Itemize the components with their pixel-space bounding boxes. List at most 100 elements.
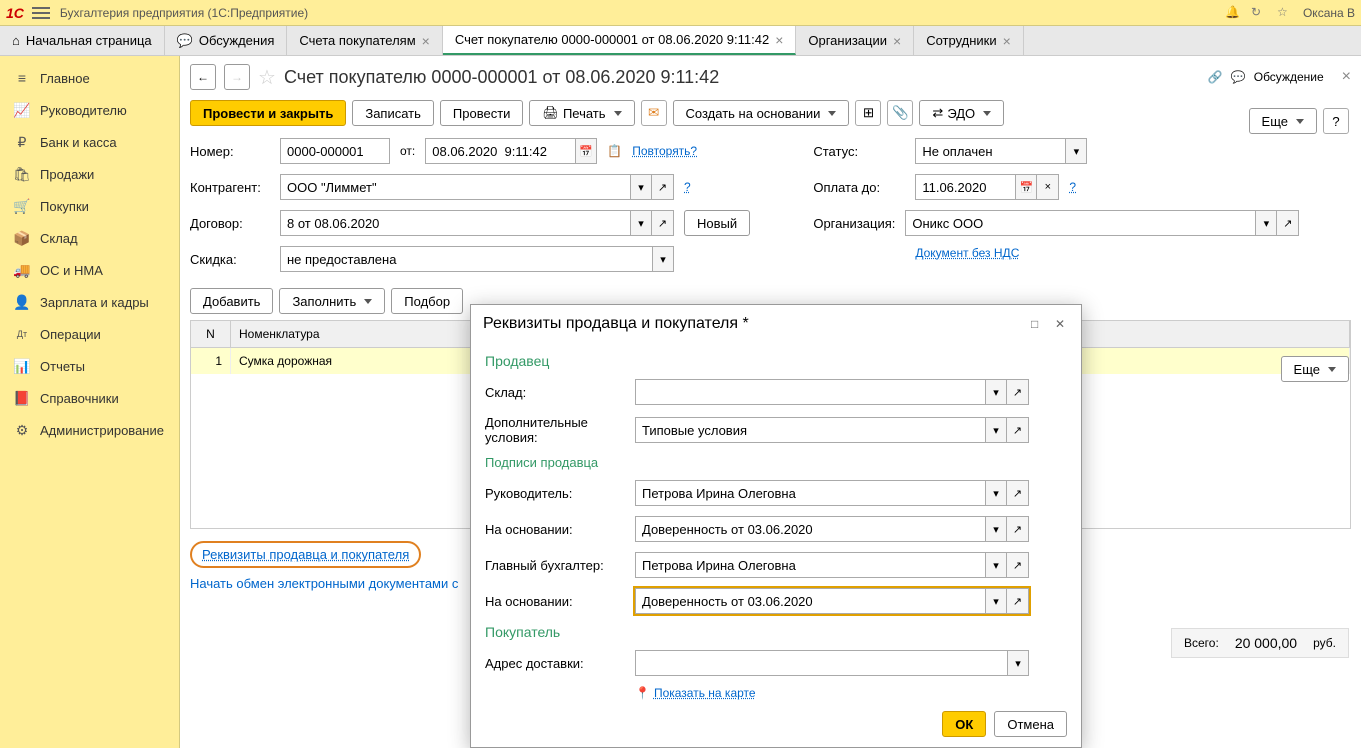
pay-until-input[interactable] bbox=[915, 174, 1015, 200]
calendar-icon[interactable]: 📅 bbox=[575, 138, 597, 164]
email-button[interactable]: ✉ bbox=[641, 100, 667, 126]
open-icon[interactable]: ↗ bbox=[1007, 516, 1029, 542]
dropdown-icon[interactable]: ▾ bbox=[985, 417, 1007, 443]
open-icon[interactable]: ↗ bbox=[1007, 588, 1029, 614]
history-icon[interactable]: ↻ bbox=[1251, 5, 1267, 21]
back-button[interactable]: ← bbox=[190, 64, 216, 90]
attach-button[interactable]: 📎 bbox=[887, 100, 913, 126]
open-icon[interactable]: ↗ bbox=[1007, 480, 1029, 506]
open-icon[interactable]: ↗ bbox=[1007, 417, 1029, 443]
tab-discussions[interactable]: 💬Обсуждения bbox=[165, 26, 288, 55]
sidebar-item-manager[interactable]: 📈Руководителю bbox=[0, 94, 179, 126]
basis1-input[interactable] bbox=[635, 516, 985, 542]
tab-employees[interactable]: Сотрудники× bbox=[914, 26, 1024, 55]
dropdown-icon[interactable]: ▾ bbox=[630, 174, 652, 200]
sidebar-item-main[interactable]: ≡Главное bbox=[0, 62, 179, 94]
open-icon[interactable]: ↗ bbox=[652, 210, 674, 236]
help-button[interactable]: ? bbox=[1323, 108, 1349, 134]
date-input[interactable] bbox=[425, 138, 575, 164]
repeat-link[interactable]: Повторять? bbox=[632, 144, 697, 158]
calendar-icon[interactable]: 📅 bbox=[1015, 174, 1037, 200]
sidebar-item-refs[interactable]: 📕Справочники bbox=[0, 382, 179, 414]
tab-orgs[interactable]: Организации× bbox=[796, 26, 914, 55]
close-icon[interactable]: ✕ bbox=[1055, 317, 1069, 331]
pick-button[interactable]: Подбор bbox=[391, 288, 463, 314]
dropdown-icon[interactable]: ▾ bbox=[1255, 210, 1277, 236]
dropdown-icon[interactable]: ▾ bbox=[985, 516, 1007, 542]
dropdown-icon[interactable]: ▾ bbox=[652, 246, 674, 272]
favorite-icon[interactable]: ☆ bbox=[258, 65, 276, 90]
open-icon[interactable]: ↗ bbox=[1277, 210, 1299, 236]
counterparty-input[interactable] bbox=[280, 174, 630, 200]
number-input[interactable] bbox=[280, 138, 390, 164]
basis2-input[interactable] bbox=[635, 588, 985, 614]
pay-help[interactable]: ? bbox=[1069, 180, 1076, 194]
main-menu-icon[interactable] bbox=[32, 7, 50, 19]
dropdown-icon[interactable]: ▾ bbox=[1065, 138, 1087, 164]
dropdown-icon[interactable]: ▾ bbox=[985, 588, 1007, 614]
sidebar-item-warehouse[interactable]: 📦Склад bbox=[0, 222, 179, 254]
save-button[interactable]: Записать bbox=[352, 100, 434, 126]
dropdown-icon[interactable]: ▾ bbox=[985, 552, 1007, 578]
discussion-label[interactable]: Обсуждение bbox=[1254, 70, 1324, 84]
extra-input[interactable] bbox=[635, 417, 985, 443]
print-button[interactable]: 🖨Печать bbox=[529, 100, 634, 126]
forward-button[interactable]: → bbox=[224, 64, 250, 90]
table-more-button[interactable]: Еще bbox=[1281, 356, 1349, 382]
fill-button[interactable]: Заполнить bbox=[279, 288, 385, 314]
accountant-input[interactable] bbox=[635, 552, 985, 578]
map-link[interactable]: Показать на карте bbox=[654, 686, 756, 700]
schedule-icon[interactable]: 📋 bbox=[607, 144, 622, 158]
add-button[interactable]: Добавить bbox=[190, 288, 273, 314]
no-vat-link[interactable]: Документ без НДС bbox=[915, 246, 1019, 260]
user-name[interactable]: Оксана В bbox=[1303, 6, 1355, 20]
warehouse-input[interactable] bbox=[635, 379, 985, 405]
star-icon[interactable]: ☆ bbox=[1277, 5, 1293, 21]
sidebar-item-reports[interactable]: 📊Отчеты bbox=[0, 350, 179, 382]
open-icon[interactable]: ↗ bbox=[1007, 379, 1029, 405]
close-icon[interactable]: × bbox=[1003, 34, 1011, 48]
dropdown-icon[interactable]: ▾ bbox=[985, 480, 1007, 506]
org-input[interactable] bbox=[905, 210, 1255, 236]
sidebar-item-purchases[interactable]: 🛒Покупки bbox=[0, 190, 179, 222]
close-icon[interactable]: × bbox=[422, 34, 430, 48]
new-contract-button[interactable]: Новый bbox=[684, 210, 750, 236]
head-input[interactable] bbox=[635, 480, 985, 506]
sidebar-item-operations[interactable]: ДтОперации bbox=[0, 318, 179, 350]
sidebar-item-admin[interactable]: ⚙Администрирование bbox=[0, 414, 179, 446]
clear-icon[interactable]: × bbox=[1037, 174, 1059, 200]
status-input[interactable] bbox=[915, 138, 1065, 164]
close-icon[interactable]: × bbox=[775, 33, 783, 47]
sidebar-item-bank[interactable]: ₽Банк и касса bbox=[0, 126, 179, 158]
structure-button[interactable]: ⊞ bbox=[855, 100, 881, 126]
open-icon[interactable]: ↗ bbox=[652, 174, 674, 200]
bell-icon[interactable]: 🔔 bbox=[1225, 5, 1241, 21]
dropdown-icon[interactable]: ▾ bbox=[1007, 650, 1029, 676]
create-based-button[interactable]: Создать на основании bbox=[673, 100, 850, 126]
maximize-icon[interactable]: □ bbox=[1031, 317, 1045, 331]
more-button[interactable]: Еще bbox=[1249, 108, 1317, 134]
tab-invoice-current[interactable]: Счет покупателю 0000-000001 от 08.06.202… bbox=[443, 26, 797, 55]
counterparty-help[interactable]: ? bbox=[684, 180, 691, 194]
tab-home[interactable]: ⌂Начальная страница bbox=[0, 26, 165, 55]
tab-invoices[interactable]: Счета покупателям× bbox=[287, 26, 442, 55]
link-icon[interactable]: 🔗 bbox=[1208, 70, 1223, 84]
discount-input[interactable] bbox=[280, 246, 652, 272]
dropdown-icon[interactable]: ▾ bbox=[630, 210, 652, 236]
delivery-input[interactable] bbox=[635, 650, 1007, 676]
post-button[interactable]: Провести bbox=[440, 100, 524, 126]
post-close-button[interactable]: Провести и закрыть bbox=[190, 100, 346, 126]
edo-button[interactable]: ⇄ЭДО bbox=[919, 100, 1004, 126]
ok-button[interactable]: ОК bbox=[942, 711, 986, 737]
cancel-button[interactable]: Отмена bbox=[994, 711, 1067, 737]
dropdown-icon[interactable]: ▾ bbox=[985, 379, 1007, 405]
close-doc-icon[interactable]: × bbox=[1342, 68, 1351, 86]
open-icon[interactable]: ↗ bbox=[1007, 552, 1029, 578]
close-icon[interactable]: × bbox=[893, 34, 901, 48]
chat-icon[interactable]: 💬 bbox=[1231, 70, 1246, 84]
requisites-link[interactable]: Реквизиты продавца и покупателя bbox=[202, 547, 409, 562]
sidebar-item-sales[interactable]: 🛍Продажи bbox=[0, 158, 179, 190]
sidebar-item-salary[interactable]: 👤Зарплата и кадры bbox=[0, 286, 179, 318]
sidebar-item-assets[interactable]: 🚚ОС и НМА bbox=[0, 254, 179, 286]
contract-input[interactable] bbox=[280, 210, 630, 236]
